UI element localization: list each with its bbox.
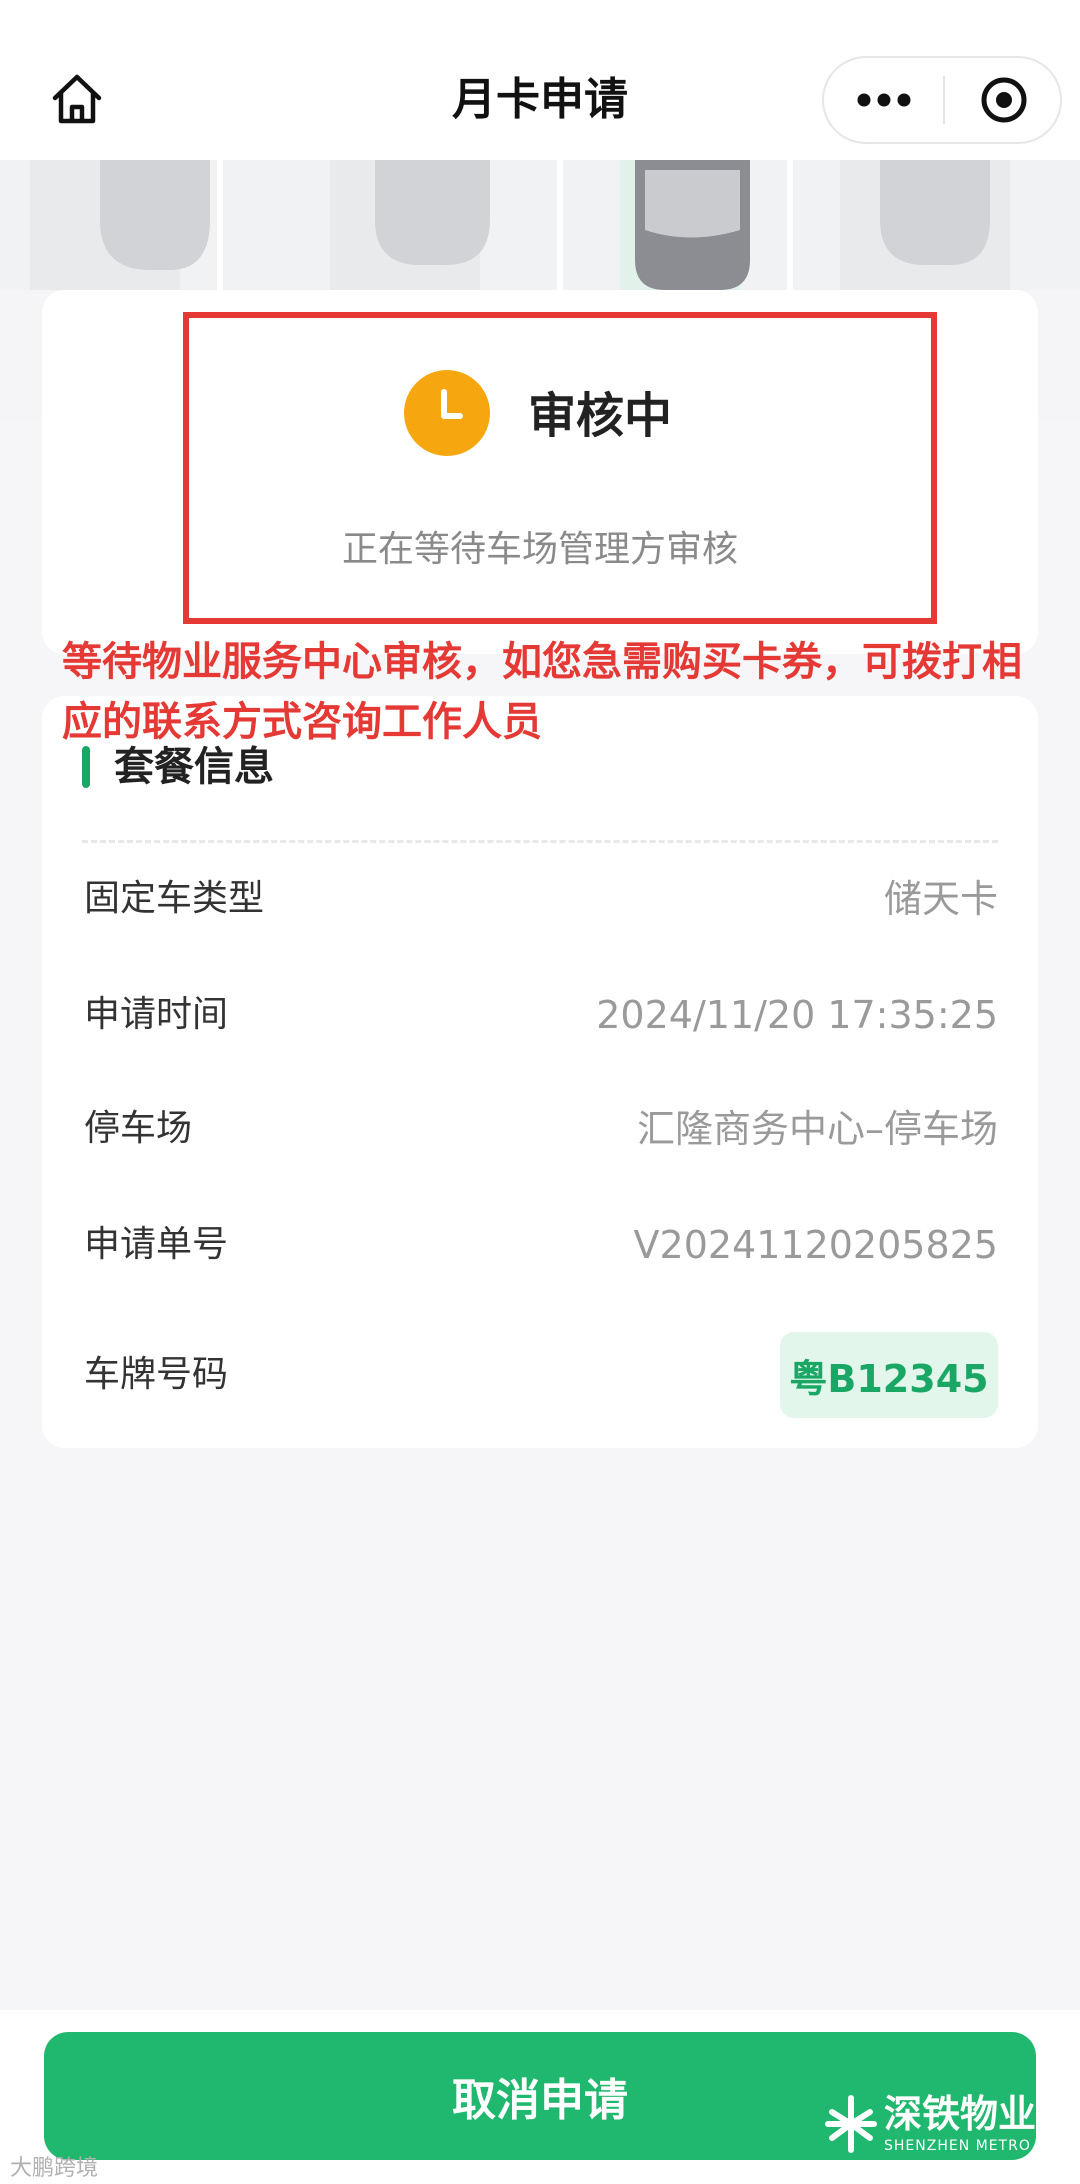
row-value-order-number: V20241120205825 <box>633 1223 998 1267</box>
close-miniprogram-button[interactable] <box>945 58 1062 142</box>
row-label-card-type: 固定车类型 <box>84 878 265 919</box>
row-label-order-number: 申请单号 <box>84 1224 229 1265</box>
clock-icon <box>404 370 490 456</box>
row-label-apply-time: 申请时间 <box>84 994 229 1035</box>
watermark-brand-en: SHENZHEN METRO <box>884 2138 1031 2154</box>
navigation-bar: 月卡申请 <box>0 0 1080 160</box>
annotation-highlight-box <box>183 312 937 624</box>
status-subtitle: 正在等待车场管理方审核 <box>341 529 738 570</box>
plate-number-badge: 粤B12345 <box>780 1332 998 1418</box>
section-accent-bar <box>82 746 90 788</box>
target-circle-icon <box>981 77 1026 123</box>
row-value-parking-lot: 汇隆商务中心–停车场 <box>636 1107 998 1151</box>
more-button[interactable] <box>824 58 944 142</box>
row-label-parking-lot: 停车场 <box>84 1108 193 1149</box>
brand-watermark: 深铁物业 SHENZHEN METRO <box>824 2084 1054 2164</box>
mini-program-capsule <box>822 56 1062 144</box>
row-value-apply-time: 2024/11/20 17:35:25 <box>596 993 998 1037</box>
row-label-plate-number: 车牌号码 <box>84 1354 229 1395</box>
watermark-brand: 深铁物业 <box>884 2092 1037 2136</box>
more-dots-icon <box>857 93 911 107</box>
status-title: 审核中 <box>528 388 673 444</box>
metro-logo-icon <box>825 2095 877 2153</box>
corner-watermark: 大鹏跨境 <box>10 2156 99 2181</box>
app-screen: 月卡申请 审核中 正在等待车场管理方审核 套餐信息 固定车类型 储天卡 申请时间… <box>0 0 1080 2184</box>
section-divider <box>82 840 998 843</box>
row-value-card-type: 储天卡 <box>883 877 998 921</box>
annotation-note: 等待物业服务中心审核，如您急需购买卡券，可拨打相应的联系方式咨询工作人员 <box>62 639 1022 745</box>
